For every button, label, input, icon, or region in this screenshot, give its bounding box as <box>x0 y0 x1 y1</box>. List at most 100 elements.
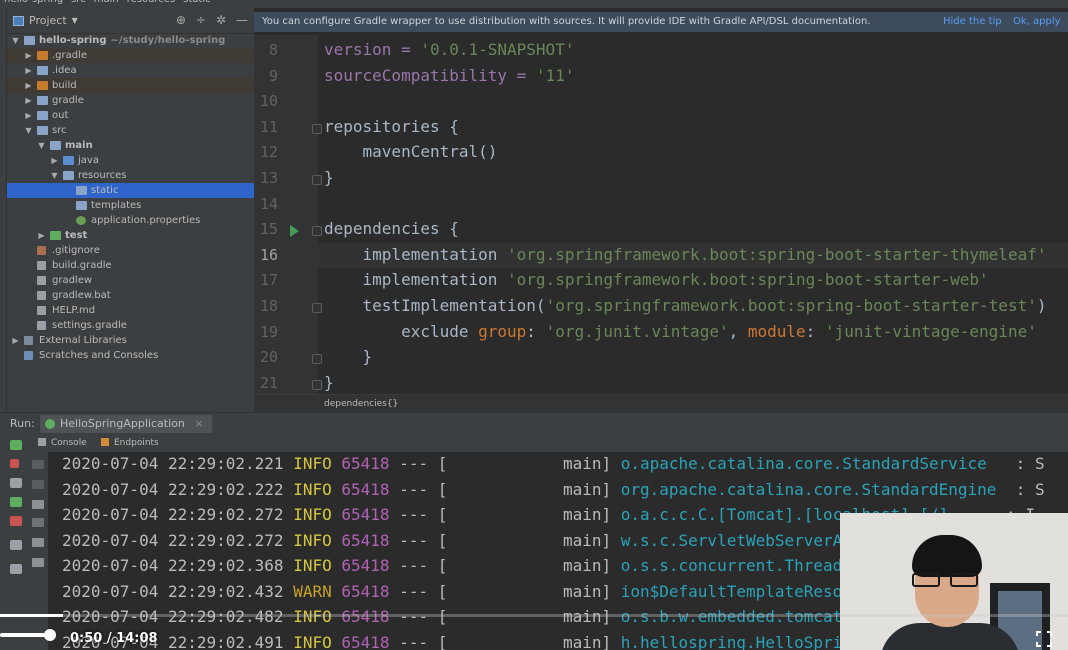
arrow-down-icon[interactable] <box>32 480 44 489</box>
exit-icon[interactable] <box>10 516 22 526</box>
fold-marker-icon[interactable] <box>312 303 322 313</box>
camera-icon[interactable] <box>10 478 22 488</box>
hide-icon[interactable]: — <box>236 13 248 27</box>
collapse-all-icon[interactable]: ÷ <box>196 13 206 27</box>
print-icon[interactable] <box>32 538 44 547</box>
tree-item-gradlew-bat[interactable]: gradlew.bat <box>7 288 254 303</box>
chevron-right-icon[interactable]: ▶ <box>24 93 33 108</box>
tree-item-hello-spring[interactable]: ▼ hello-spring ~/study/hello-spring <box>7 33 254 48</box>
folder-icon <box>37 126 48 135</box>
close-icon[interactable]: × <box>194 417 203 430</box>
volume-slider-handle[interactable] <box>44 629 56 641</box>
tree-item-src[interactable]: ▼ src <box>7 123 254 138</box>
tree-item-java[interactable]: ▶ java <box>7 153 254 168</box>
chevron-down-icon[interactable]: ▼ <box>24 123 33 138</box>
run-gutter-icon[interactable] <box>290 225 299 238</box>
line-number: 17 <box>259 271 278 290</box>
fold-marker-icon[interactable] <box>312 379 322 390</box>
folder-icon <box>37 66 48 75</box>
tree-item-gradle[interactable]: ▶ .gradle <box>7 48 254 63</box>
volume-slider[interactable] <box>0 629 1068 641</box>
breadcrumb-item[interactable]: static <box>183 0 210 5</box>
log-level: INFO <box>293 556 332 575</box>
file-icon <box>37 276 46 285</box>
fold-marker-icon[interactable] <box>312 123 322 134</box>
tree-item-idea[interactable]: ▶ .idea <box>7 63 254 78</box>
stop-icon[interactable] <box>10 459 19 468</box>
tree-item-build-gradle[interactable]: build.gradle <box>7 258 254 273</box>
breadcrumb-item[interactable]: main <box>94 0 119 5</box>
chevron-right-icon[interactable]: ▶ <box>24 108 33 123</box>
tree-item-scratches-and-consoles[interactable]: Scratches and Consoles <box>7 348 254 363</box>
fold-marker-icon[interactable] <box>312 354 322 365</box>
folder-icon <box>37 96 48 105</box>
tree-item-gradle[interactable]: ▶ gradle <box>7 93 254 108</box>
gear-icon[interactable]: ✲ <box>216 13 226 27</box>
chevron-right-icon[interactable]: ▶ <box>24 78 33 93</box>
tree-item-templates[interactable]: templates <box>7 198 254 213</box>
video-progress-bar[interactable] <box>0 614 1068 617</box>
line-number: 13 <box>259 169 278 187</box>
breadcrumb-item[interactable]: resources <box>127 0 175 5</box>
soft-wrap-icon[interactable] <box>32 500 44 509</box>
folder-icon <box>50 141 61 150</box>
tree-item-out[interactable]: ▶ out <box>7 108 254 123</box>
tree-item-label: test <box>65 230 88 241</box>
tree-item-settings-gradle[interactable]: settings.gradle <box>7 318 254 333</box>
ok-apply-link[interactable]: Ok, apply <box>1013 12 1061 32</box>
chevron-down-icon[interactable]: ▼ <box>72 16 78 25</box>
tree-item-external-libraries[interactable]: ▶ External Libraries <box>7 333 254 348</box>
hide-tip-link[interactable]: Hide the tip <box>943 12 1002 32</box>
chevron-right-icon[interactable]: ▶ <box>11 333 20 348</box>
tree-item-static[interactable]: static <box>7 183 254 198</box>
chevron-down-icon[interactable]: ▼ <box>50 168 59 183</box>
line-number: 14 <box>259 194 278 213</box>
chevron-right-icon[interactable]: ▶ <box>24 63 33 78</box>
project-panel-header[interactable]: Project ▼ ⊕ ÷ ✲ — <box>7 8 254 34</box>
folder-icon <box>63 171 74 180</box>
line-number: 8 <box>268 41 278 59</box>
markdown-file-icon <box>37 306 46 315</box>
code-line: version = '0.0.1-SNAPSHOT' <box>324 40 575 59</box>
endpoints-icon <box>101 438 109 446</box>
tree-item-gradlew[interactable]: gradlew <box>7 273 254 288</box>
layout-icon[interactable] <box>10 540 22 550</box>
code-line: testImplementation('org.springframework.… <box>324 296 1047 315</box>
tree-item-application-properties[interactable]: application.properties <box>7 213 254 228</box>
left-tool-strip <box>0 8 7 412</box>
editor-breadcrumb-label[interactable]: dependencies{} <box>324 399 398 409</box>
fold-marker-icon[interactable] <box>312 226 322 237</box>
run-config-tab[interactable]: HelloSpringApplication × <box>40 415 212 433</box>
pin-icon[interactable] <box>10 564 22 574</box>
breadcrumb-item[interactable]: hello-spring <box>4 0 63 5</box>
tree-item-test[interactable]: ▶ test <box>7 228 254 243</box>
fullscreen-icon[interactable] <box>1036 631 1052 647</box>
tree-item-main[interactable]: ▼ main <box>7 138 254 153</box>
trash-icon[interactable] <box>32 558 44 567</box>
chevron-right-icon[interactable]: ▶ <box>37 228 46 243</box>
tab-console[interactable]: Console <box>38 434 87 452</box>
chevron-right-icon[interactable]: ▶ <box>24 48 33 63</box>
debug-icon[interactable] <box>10 497 22 507</box>
chevron-right-icon[interactable]: ▶ <box>50 153 59 168</box>
tree-item-gitignore[interactable]: .gitignore <box>7 243 254 258</box>
tree-item-resources[interactable]: ▼ resources <box>7 168 254 183</box>
tree-item-label: gradlew <box>52 275 93 286</box>
tree-item-build[interactable]: ▶ build <box>7 78 254 93</box>
scroll-to-end-icon[interactable] <box>32 518 44 527</box>
tree-item-label: .gradle <box>52 50 88 61</box>
rerun-icon[interactable] <box>10 440 22 450</box>
log-line: 2020-07-04 22:29:02.222 INFO 65418 --- [… <box>62 479 1045 499</box>
line-number: 21 <box>259 373 278 392</box>
editor-breadcrumb[interactable]: dependencies{} <box>254 394 1068 412</box>
tab-endpoints[interactable]: Endpoints <box>101 434 159 452</box>
chevron-down-icon[interactable]: ▼ <box>37 138 46 153</box>
fold-marker-icon[interactable] <box>312 175 322 185</box>
tree-item-help-md[interactable]: HELP.md <box>7 303 254 318</box>
locate-icon[interactable]: ⊕ <box>176 13 186 27</box>
code-line: } <box>324 347 373 367</box>
tree-item-label: build <box>52 80 77 91</box>
arrow-up-icon[interactable] <box>32 460 44 469</box>
breadcrumb-item[interactable]: src <box>71 0 86 5</box>
chevron-down-icon[interactable]: ▼ <box>11 33 20 48</box>
